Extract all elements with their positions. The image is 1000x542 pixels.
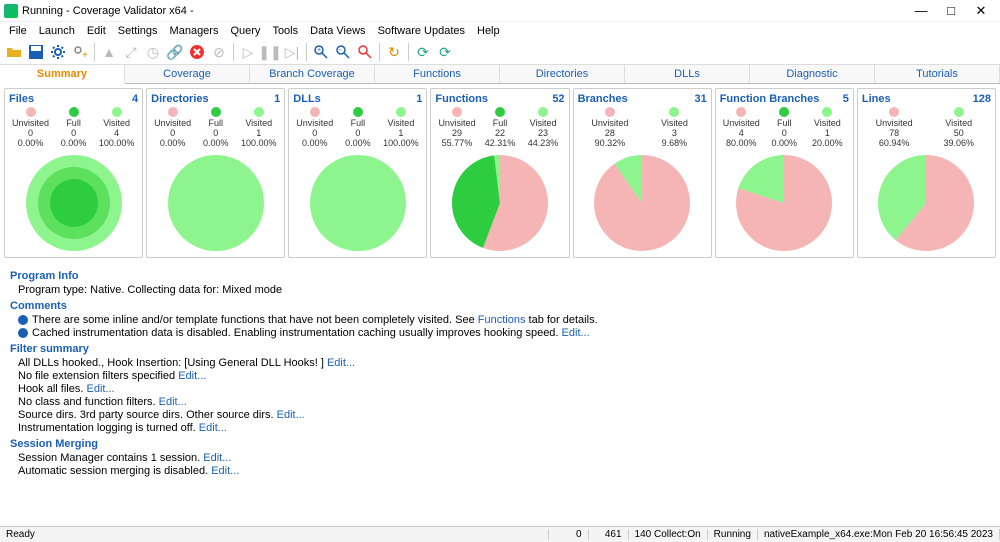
panel-files: Files4Unvisited00.00%Full00.00%Visited41… [4,88,143,258]
wait-icon[interactable]: ◷ [143,42,163,62]
status-exe: nativeExample_x64.exe:Mon Feb 20 16:56:4… [758,529,1000,540]
separator [306,43,307,61]
inject-icon[interactable]: ⤢ [121,42,141,62]
pause-icon[interactable]: ❚❚ [260,42,280,62]
gear-plus-icon[interactable]: + [70,42,90,62]
program-info-heading: Program Info [10,270,990,282]
rocket-icon[interactable]: ▲ [99,42,119,62]
filter-row: No file extension filters specified Edit… [18,370,990,382]
edit-link[interactable]: Edit... [159,396,187,408]
filter-row: Hook all files. Edit... [18,383,990,395]
status-collect: 140 Collect:On [629,529,708,540]
tab-dlls[interactable]: DLLs [625,65,750,83]
menu-software-updates[interactable]: Software Updates [373,24,470,38]
status-ready: Ready [0,529,549,540]
menubar: File Launch Edit Settings Managers Query… [0,22,1000,40]
save-icon[interactable] [26,42,46,62]
summary-panels: Files4Unvisited00.00%Full00.00%Visited41… [0,84,1000,262]
tab-tutorials[interactable]: Tutorials [875,65,1000,83]
tab-branch-coverage[interactable]: Branch Coverage [250,65,375,83]
play-icon[interactable]: ▷ [238,42,258,62]
menu-tools[interactable]: Tools [267,24,303,38]
comment-row: Cached instrumentation data is disabled.… [18,327,990,339]
link-icon[interactable]: 🔗 [165,42,185,62]
panel-dlls: DLLs1Unvisited00.00%Full00.00%Visited110… [288,88,427,258]
toolbar: + ▲ ⤢ ◷ 🔗 ⊘ ▷ ❚❚ ▷| + - ↻ ⟳ ⟳ [0,40,1000,65]
edit-link[interactable]: Edit... [86,383,114,395]
menu-edit[interactable]: Edit [82,24,111,38]
menu-settings[interactable]: Settings [113,24,163,38]
tab-strip: Summary Coverage Branch Coverage Functio… [0,65,1000,84]
zoom-in-icon[interactable]: + [311,42,331,62]
menu-data-views[interactable]: Data Views [305,24,370,38]
edit-link[interactable]: Edit... [327,357,355,369]
tab-diagnostic[interactable]: Diagnostic [750,65,875,83]
functions-link[interactable]: Functions [478,314,526,326]
separator [408,43,409,61]
filter-summary-heading: Filter summary [10,343,990,355]
filter-row: Instrumentation logging is turned off. E… [18,422,990,434]
menu-file[interactable]: File [4,24,32,38]
maximize-button[interactable]: □ [936,3,966,18]
menu-help[interactable]: Help [472,24,505,38]
tab-summary[interactable]: Summary [0,65,125,84]
minimize-button[interactable]: — [906,3,936,18]
tab-directories[interactable]: Directories [500,65,625,83]
status-running: Running [708,529,758,540]
separator [94,43,95,61]
cycle2-icon[interactable]: ⟳ [435,42,455,62]
svg-text:+: + [82,50,88,60]
panel-directories: Directories1Unvisited00.00%Full00.00%Vis… [146,88,285,258]
separator [379,43,380,61]
open-icon[interactable] [4,42,24,62]
edit-link[interactable]: Edit... [178,370,206,382]
step-icon[interactable]: ▷| [282,42,302,62]
close-button[interactable]: ✕ [966,3,996,19]
app-icon [4,4,18,18]
merge-row: Session Manager contains 1 session. Edit… [18,452,990,464]
bullet-icon [18,315,28,325]
separator [233,43,234,61]
edit-link[interactable]: Edit... [211,465,239,477]
panel-function-branches: Function Branches5Unvisited480.00%Full00… [715,88,854,258]
refresh-icon[interactable]: ↻ [384,42,404,62]
menu-query[interactable]: Query [225,24,265,38]
filter-row: All DLLs hooked., Hook Insertion: [Using… [18,357,990,369]
status-num1: 0 [549,529,589,540]
edit-link[interactable]: Edit... [203,452,231,464]
menu-launch[interactable]: Launch [34,24,80,38]
comment-row: There are some inline and/or template fu… [18,314,990,326]
edit-link[interactable]: Edit... [562,327,590,339]
comments-heading: Comments [10,300,990,312]
bullet-icon [18,328,28,338]
titlebar: Running - Coverage Validator x64 - — □ ✕ [0,0,1000,22]
zoom-find-icon[interactable] [355,42,375,62]
program-info-section: Program Info Program type: Native. Colle… [0,262,1000,478]
filter-row: No class and function filters. Edit... [18,396,990,408]
cycle1-icon[interactable]: ⟳ [413,42,433,62]
edit-link[interactable]: Edit... [199,422,227,434]
zoom-out-icon[interactable]: - [333,42,353,62]
status-num2: 461 [589,529,629,540]
tab-coverage[interactable]: Coverage [125,65,250,83]
svg-text:-: - [339,47,342,54]
abort-icon[interactable]: ⊘ [209,42,229,62]
menu-managers[interactable]: Managers [165,24,224,38]
svg-text:+: + [317,47,321,54]
stop-icon[interactable] [187,42,207,62]
edit-link[interactable]: Edit... [277,409,305,421]
window-title: Running - Coverage Validator x64 - [22,5,906,17]
filter-row: Source dirs. 3rd party source dirs. Othe… [18,409,990,421]
settings-icon[interactable] [48,42,68,62]
panel-lines: Lines128Unvisited7860.94%Visited5039.06% [857,88,996,258]
panel-branches: Branches31Unvisited2890.32%Visited39.68% [573,88,712,258]
panel-functions: Functions52Unvisited2955.77%Full2242.31%… [430,88,569,258]
session-merging-heading: Session Merging [10,438,990,450]
merge-row: Automatic session merging is disabled. E… [18,465,990,477]
program-info-text: Program type: Native. Collecting data fo… [18,284,990,296]
tab-functions[interactable]: Functions [375,65,500,83]
statusbar: Ready 0 461 140 Collect:On Running nativ… [0,526,1000,542]
